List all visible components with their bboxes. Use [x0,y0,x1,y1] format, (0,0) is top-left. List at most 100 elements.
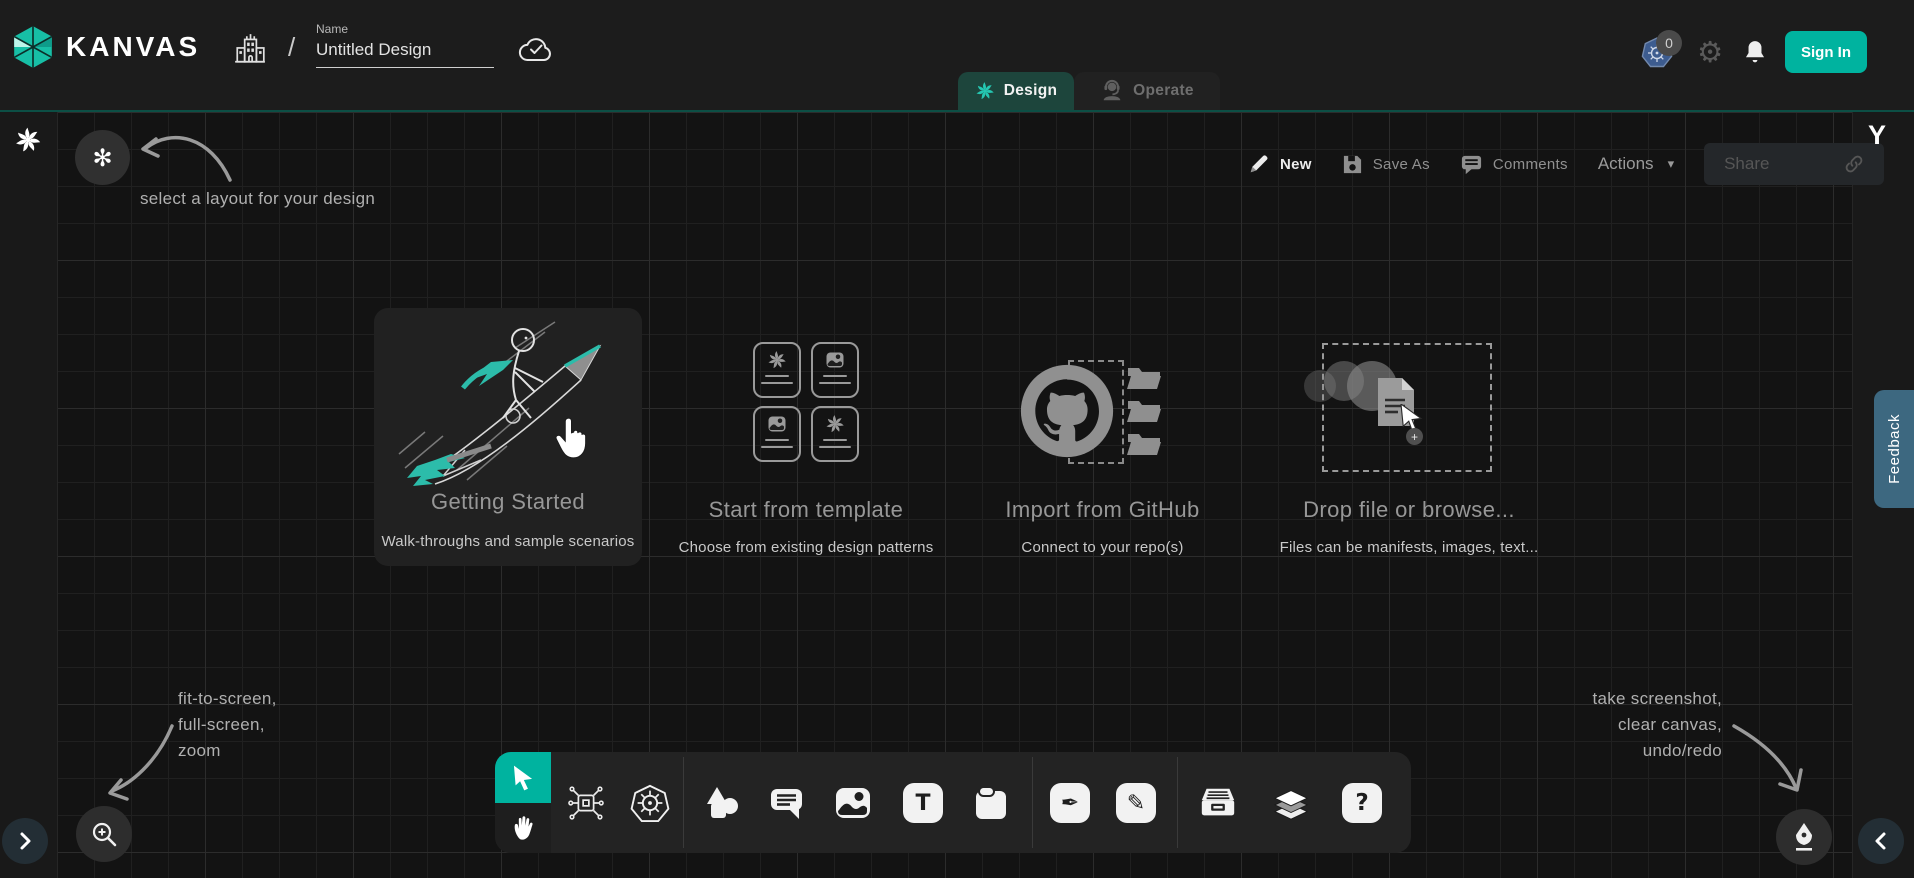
help-tool[interactable]: ? [1342,783,1382,823]
save-icon [1342,154,1363,175]
tab-operate[interactable]: Operate [1074,72,1220,110]
components-tool[interactable] [566,783,606,823]
feedback-tab[interactable]: Feedback [1874,390,1914,508]
image-icon [833,783,873,823]
design-name-field: Name [316,22,494,68]
template-title[interactable]: Start from template [673,497,939,523]
template-line [761,446,793,448]
template-tile-image[interactable] [753,406,801,462]
actions-dropdown[interactable]: Actions ▾ [1598,154,1674,174]
kubernetes-wheel-icon [630,782,670,824]
getting-started-title: Getting Started [374,489,642,515]
new-label: New [1280,156,1312,173]
select-tool[interactable] [495,752,551,803]
comments-button[interactable]: Comments [1460,153,1568,176]
drop-file-subtitle: Files can be manifests, images, text... [1268,539,1550,556]
hint-undo-redo: undo/redo [1500,738,1722,764]
kubernetes-tool[interactable] [630,783,670,823]
image-tool[interactable] [833,783,873,823]
kanvas-logo[interactable]: KANVAS [12,24,200,70]
left-sidebar [0,112,58,878]
pen-tile: ✒ [1050,783,1090,823]
kubernetes-context-badge: 0 [1656,30,1682,56]
question-mark-icon: ? [1355,790,1368,816]
sign-in-button[interactable]: Sign In [1785,31,1867,73]
actions-label: Actions [1598,154,1654,174]
expand-left-panel-button[interactable] [2,818,48,864]
cursor-select-icon [510,764,536,792]
template-tile-image[interactable] [811,342,859,398]
dock-divider [1032,757,1033,848]
hint-fit-to-screen: fit-to-screen, [178,686,277,712]
text-tile: T [903,783,943,823]
dock-divider [1177,757,1178,848]
design-tab-label: Design [1004,82,1057,100]
pencil-tile: ✎ [1116,783,1156,823]
zoom-button[interactable] [76,806,132,862]
import-design-tool[interactable] [1198,783,1238,823]
cloud-saved-icon [518,36,554,63]
tab-design[interactable]: Design [958,72,1074,110]
drawer-icon [1198,784,1238,822]
shapes-tool[interactable] [702,783,742,823]
layers-icon [1271,782,1311,824]
gear-icon[interactable]: ⚙ [1697,38,1723,67]
template-thumbnails[interactable] [753,342,859,462]
pencil-sketch-icon: ✎ [1127,791,1145,816]
hint-take-screenshot: take screenshot, [1500,686,1722,712]
meshery-swirl-icon [767,350,787,370]
meshery-sidebar-icon[interactable] [14,126,42,154]
text-tool[interactable]: T [903,783,943,823]
layout-flower-icon: ✻ [92,144,112,172]
design-tab-swirl-icon [975,81,995,101]
chevron-right-icon [16,830,34,852]
canvas-toolbar: New Save As Comments Actions ▾ Share [1248,142,1884,186]
template-line [765,375,789,377]
template-subtitle: Choose from existing design patterns [653,539,959,556]
note-icon [971,783,1011,823]
getting-started-subtitle: Walk-throughs and sample scenarios [364,533,652,550]
pen-tool[interactable]: ✒ [1050,783,1090,823]
sign-in-label: Sign In [1801,44,1851,61]
template-tile-design[interactable] [753,342,801,398]
layers-tool[interactable] [1271,783,1311,823]
new-button[interactable]: New [1248,153,1312,175]
github-octocat-icon[interactable] [1018,362,1116,460]
hand-pan-icon [510,813,536,843]
kanvas-app: ✻ select a layout for your design New Sa… [0,0,1914,878]
save-as-button[interactable]: Save As [1342,154,1430,175]
share-button[interactable]: Share [1704,143,1884,185]
hand-cursor-icon [552,416,590,460]
name-field-label: Name [316,22,494,36]
folder-icon [1126,398,1162,424]
bell-icon[interactable] [1742,39,1768,67]
design-name-input[interactable] [316,40,494,68]
layout-hint-text: select a layout for your design [140,186,375,212]
template-line [761,382,793,384]
image-icon [824,350,846,370]
template-tile-design[interactable] [811,406,859,462]
organization-building-icon[interactable] [234,32,266,66]
pencil-icon [1248,153,1270,175]
drop-file-title[interactable]: Drop file or browse... [1288,497,1530,523]
pan-tool[interactable] [495,803,551,853]
y-shortcut-icon[interactable]: Y [1868,120,1886,151]
zoom-hint-arrow [88,712,184,808]
comment-tool[interactable] [767,783,807,823]
expand-right-panel-button[interactable] [1858,818,1904,864]
notes-tool[interactable] [971,783,1011,823]
sketch-tool[interactable]: ✎ [1116,783,1156,823]
layout-hint-arrow [118,118,238,190]
mode-tabs: Design Operate [958,72,1220,110]
template-line [819,382,851,384]
comments-label: Comments [1493,156,1568,173]
dock-divider [683,757,684,848]
github-import-subtitle: Connect to your repo(s) [995,539,1210,556]
template-line [823,375,847,377]
hint-full-screen: full-screen, [178,712,277,738]
caret-down-icon: ▾ [1668,157,1675,172]
github-import-title[interactable]: Import from GitHub [995,497,1210,523]
template-line [819,446,851,448]
header-accent-line [0,110,1914,112]
drawing-actions-button[interactable] [1776,809,1832,865]
